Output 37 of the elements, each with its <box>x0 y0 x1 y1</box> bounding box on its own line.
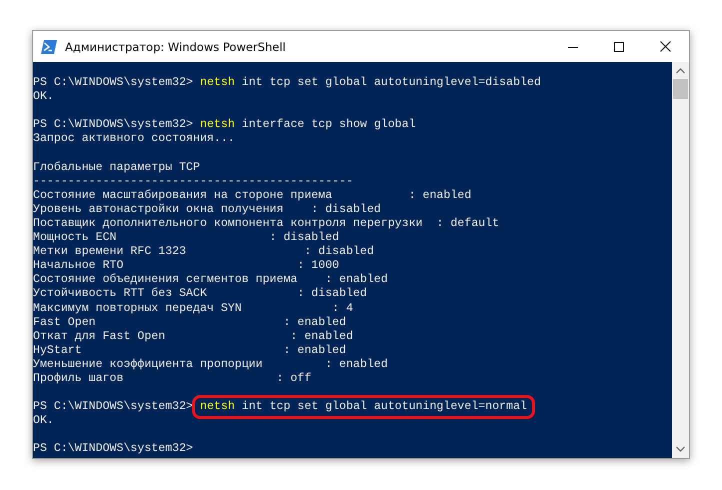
output-line: Состояние масштабирования на стороне приема : enabled <box>33 188 472 202</box>
scrollbar[interactable] <box>672 62 689 458</box>
powershell-icon <box>41 40 57 54</box>
command-name: netsh <box>200 118 235 132</box>
scroll-down-icon[interactable] <box>676 446 685 452</box>
output-line: Метки времени RFC 1323 : disabled <box>33 245 374 258</box>
close-icon[interactable] <box>660 41 671 52</box>
prompt-text: PS C:\WINDOWS\system32> <box>33 400 194 414</box>
output-line: Максимум повторных передач SYN : 4 <box>33 302 354 314</box>
output-line: OK. <box>33 414 54 428</box>
output-line: Устойчивость RTT без SACK : disabled <box>33 287 367 300</box>
output-line: Профиль шагов : off <box>33 372 312 385</box>
output-line: Уровень автонастройки окна получения : disabled <box>33 202 381 216</box>
output-line: Запрос активного состояния... <box>33 132 235 146</box>
scroll-up-icon[interactable] <box>676 68 685 74</box>
output-line: Начальное RTO : 1000 <box>33 259 340 272</box>
output-line: ---------------------------------------------- <box>33 174 354 188</box>
maximize-icon[interactable] <box>614 42 624 52</box>
output-line: HyStart : enabled <box>33 344 346 357</box>
prompt-text: PS C:\WINDOWS\system32> <box>33 442 194 456</box>
output-line: Откат для Fast Open : enabled <box>33 330 354 343</box>
output-line: Глобальные параметры TCP <box>33 160 200 174</box>
command-name: netsh <box>200 400 235 414</box>
output-line: Поставщик дополнительного компонента контроля перегрузки : default <box>33 216 500 230</box>
command-arguments: interface tcp show global <box>242 118 416 132</box>
window-title: Администратор: Windows PowerShell <box>65 40 286 54</box>
output-line: OK. <box>33 90 54 104</box>
prompt-text: PS C:\WINDOWS\system32> <box>33 76 194 89</box>
output-line: Мощность ECN : disabled <box>33 231 340 244</box>
output-line: Уменьшение коэффициента пропорции : enabled <box>33 358 388 371</box>
command-arguments: int tcp set global autotuninglevel=disabled <box>242 76 541 89</box>
output-line: Fast Open : enabled <box>33 316 346 329</box>
output-line: Состояние объединения сегментов приема : enabled <box>33 273 388 286</box>
command-name: netsh <box>200 76 235 89</box>
prompt-text: PS C:\WINDOWS\system32> <box>33 118 194 132</box>
scroll-thumb[interactable] <box>673 79 688 99</box>
command-arguments: int tcp set global autotuninglevel=normal <box>242 400 528 414</box>
